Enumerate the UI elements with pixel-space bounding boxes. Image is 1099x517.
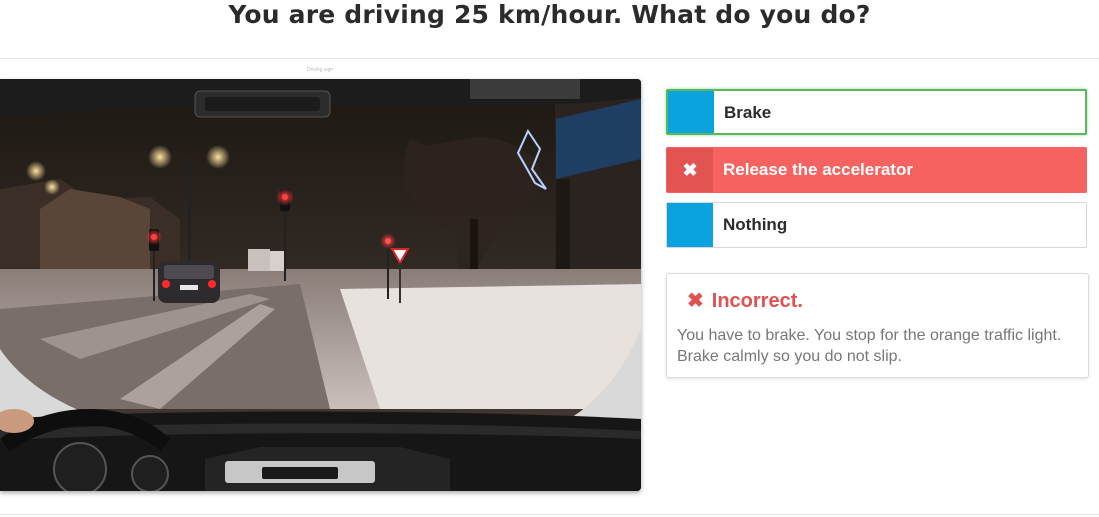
answer-label: Nothing — [723, 215, 788, 234]
feedback-panel: ✖ Incorrect. You have to brake. You stop … — [666, 273, 1089, 378]
footer-divider — [0, 514, 1099, 515]
header-divider — [0, 58, 1099, 59]
answer-marker — [668, 91, 714, 133]
feedback-explanation: You have to brake. You stop for the oran… — [677, 327, 1062, 365]
answer-option-nothing[interactable]: Nothing — [666, 202, 1087, 248]
answer-marker — [667, 203, 713, 247]
close-icon: ✖ — [682, 160, 698, 180]
question-photo — [0, 79, 641, 491]
answer-option-brake[interactable]: Brake — [666, 89, 1087, 135]
feedback-status: Incorrect. — [711, 290, 803, 312]
close-icon: ✖ — [687, 290, 704, 312]
answer-label: Release the accelerator — [723, 160, 913, 179]
answer-label: Brake — [724, 103, 772, 122]
image-caption: Driving sign — [306, 67, 334, 73]
question-title: You are driving 25 km/hour. What do you … — [228, 0, 871, 29]
feedback-title: ✖ Incorrect. — [687, 288, 803, 313]
answer-option-release-accelerator[interactable]: ✖ Release the accelerator — [666, 147, 1087, 193]
